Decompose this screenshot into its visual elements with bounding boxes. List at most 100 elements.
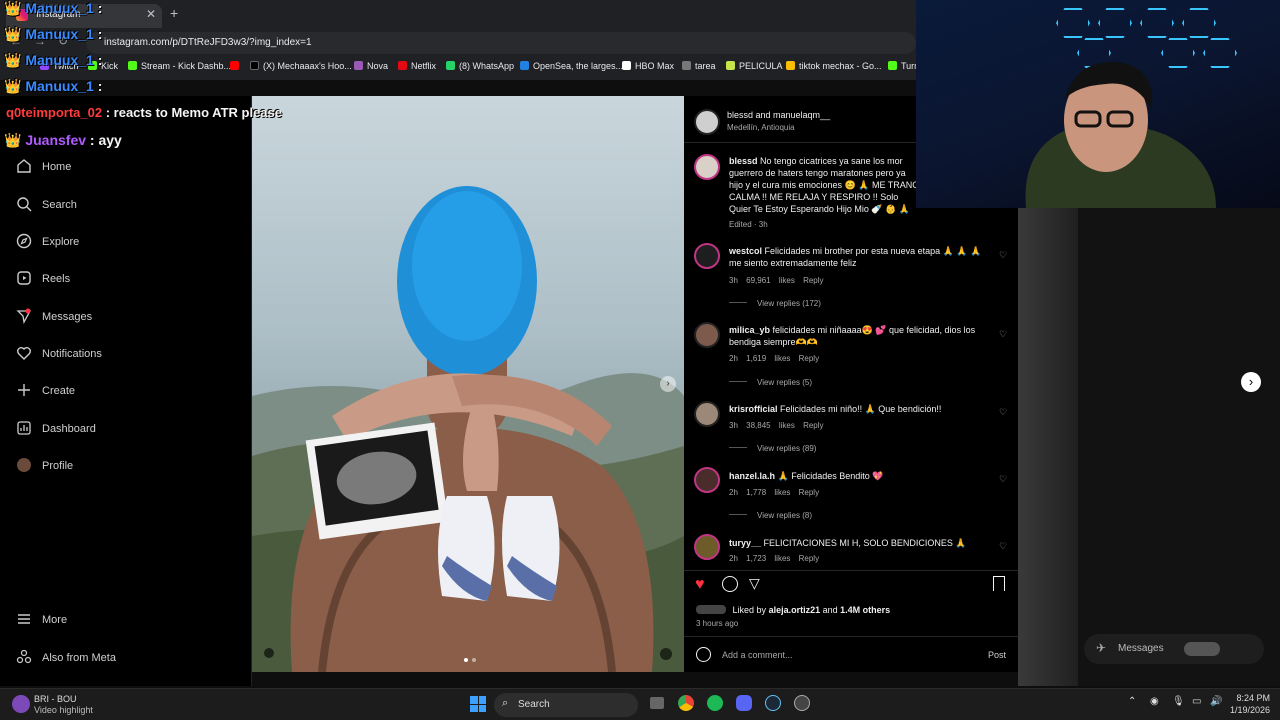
tab-close-icon[interactable]: ✕ [146,7,156,21]
nav-search[interactable]: Search [16,196,77,220]
tagged-user-icon[interactable] [264,648,274,658]
bookmark-icon[interactable] [993,576,1005,591]
view-replies[interactable]: View replies (172) [729,299,821,308]
nav-dashboard[interactable]: Dashboard [16,420,96,444]
comment-like-icon[interactable]: ♡ [999,407,1007,418]
settings-icon[interactable] [794,695,810,711]
clock-time[interactable]: 8:24 PM [1230,693,1270,703]
nav-also-from-meta[interactable]: Also from Meta [16,649,116,673]
nav-home[interactable]: Home [16,158,71,182]
comment-avatar[interactable] [694,322,720,348]
comment-like-icon[interactable]: ♡ [999,541,1007,552]
bookmark-item[interactable]: PELICULA [726,61,783,71]
view-replies[interactable]: View replies (89) [729,444,816,453]
nav-explore[interactable]: Explore [16,233,79,257]
tray-chevron-icon[interactable]: ⌃ [1128,696,1136,707]
nav-notifications[interactable]: Notifications [16,345,102,369]
media-thumbnail-icon[interactable] [12,695,30,713]
reply-link[interactable]: Reply [799,554,819,563]
nav-reels[interactable]: Reels [16,270,70,294]
media-subtitle: Video highlight [34,705,93,715]
like-icon[interactable]: ♥ [695,576,705,594]
steam-icon[interactable] [765,695,781,711]
bookmark-item[interactable]: Netflix [398,61,436,71]
nav-more[interactable]: More [16,611,67,635]
volume-icon[interactable]: 🔊 [1210,696,1222,707]
share-icon[interactable]: ▽ [749,575,760,592]
microphone-icon[interactable]: 🎙 [1172,696,1185,707]
post-button[interactable]: Post [988,650,1006,660]
reply-link[interactable]: Reply [799,354,819,363]
youtube-bookmark[interactable] [230,61,243,71]
heart-icon [16,345,32,361]
comment-avatar[interactable] [694,534,720,560]
address-bar[interactable]: instagram.com/p/DTtReJFD3w3/?img_index=1 [86,32,916,54]
comment-avatar[interactable] [694,467,720,493]
bookmark-item[interactable]: OpenSea, the larges... [520,61,623,71]
view-replies[interactable]: View replies (8) [729,511,812,520]
comment-input[interactable]: Add a comment... [722,650,793,660]
bookmark-item[interactable]: Stream - Kick Dashb... [128,61,231,71]
new-tab-icon[interactable]: + [170,5,178,21]
post-time: 3 hours ago [696,619,739,628]
post-location[interactable]: Medellín, Antioquia [727,123,795,132]
comment-icon[interactable] [722,576,738,592]
url-text: instagram.com/p/DTtReJFD3w3/?img_index=1 [104,37,312,48]
reply-link[interactable]: Reply [799,488,819,497]
media-title[interactable]: BRI - BOU [34,694,77,704]
plus-icon [16,382,32,398]
comment-like-icon[interactable]: ♡ [999,329,1007,340]
reply-link[interactable]: Reply [803,276,823,285]
windows-taskbar: BRI - BOU Video highlight ⌕ Search ⌃ ◉ 🎙… [0,688,1280,720]
streamer-webcam-illustration [1025,61,1216,208]
webcam-overlay [916,0,1280,208]
carousel-dot [464,658,468,662]
compass-icon [16,233,32,249]
post-photo-illustration [252,186,684,672]
nav-create[interactable]: Create [16,382,75,406]
caption-avatar[interactable] [694,154,720,180]
emoji-icon[interactable] [696,647,711,662]
display-icon[interactable]: ▭ [1192,696,1201,707]
chat-message: q0teimporta_02 : reacts to Memo ATR plea… [6,105,282,120]
post-image[interactable]: › [252,96,684,672]
view-replies[interactable]: View replies (5) [729,378,812,387]
discord-icon[interactable] [736,695,752,711]
bookmark-item[interactable]: tiktok mechax - Go... [786,61,882,71]
chat-message: 👑 Manuux_1 : [4,26,103,42]
spotify-icon[interactable] [707,695,723,711]
background-area [1018,208,1280,686]
taskbar-search[interactable]: ⌕ Search [494,693,638,717]
bookmark-item[interactable]: Turn [888,61,919,71]
apps-grid-icon [16,649,32,665]
windows-start-icon[interactable] [470,696,486,712]
chrome-icon[interactable] [678,695,694,711]
comment-like-icon[interactable]: ♡ [999,250,1007,261]
nav-messages[interactable]: Messages [16,308,92,332]
bookmark-item[interactable]: (X) Mechaaax's Hoo... [250,61,352,71]
reply-link[interactable]: Reply [803,421,823,430]
messages-pill[interactable]: ✈ Messages [1084,634,1264,664]
messages-label: Messages [1118,643,1164,654]
clock-date[interactable]: 1/19/2026 [1222,705,1270,715]
carousel-next-icon[interactable]: › [660,376,676,392]
mute-icon[interactable] [660,648,672,660]
liked-by[interactable]: Liked by aleja.ortiz21 and 1.4M others [696,604,996,616]
network-icon[interactable]: ◉ [1150,696,1159,707]
nav-profile[interactable]: Profile [16,457,73,481]
messenger-icon: ✈ [1096,641,1107,655]
chat-message: 👑 Juansfev : ayy [4,132,122,148]
bookmark-item[interactable]: tarea [682,61,716,71]
bookmark-item[interactable]: Nova [354,61,388,71]
next-post-icon[interactable]: › [1241,372,1261,392]
bookmark-item[interactable]: HBO Max [622,61,674,71]
reels-icon [16,270,32,286]
comment-avatar[interactable] [694,401,720,427]
comment-avatar[interactable] [694,243,720,269]
task-view-icon[interactable] [650,697,664,709]
comment-like-icon[interactable]: ♡ [999,474,1007,485]
bookmark-item[interactable]: (8) WhatsApp [446,61,514,71]
liked-by-avatars [696,605,726,614]
author-avatar[interactable] [694,109,720,135]
menu-icon [16,611,32,627]
